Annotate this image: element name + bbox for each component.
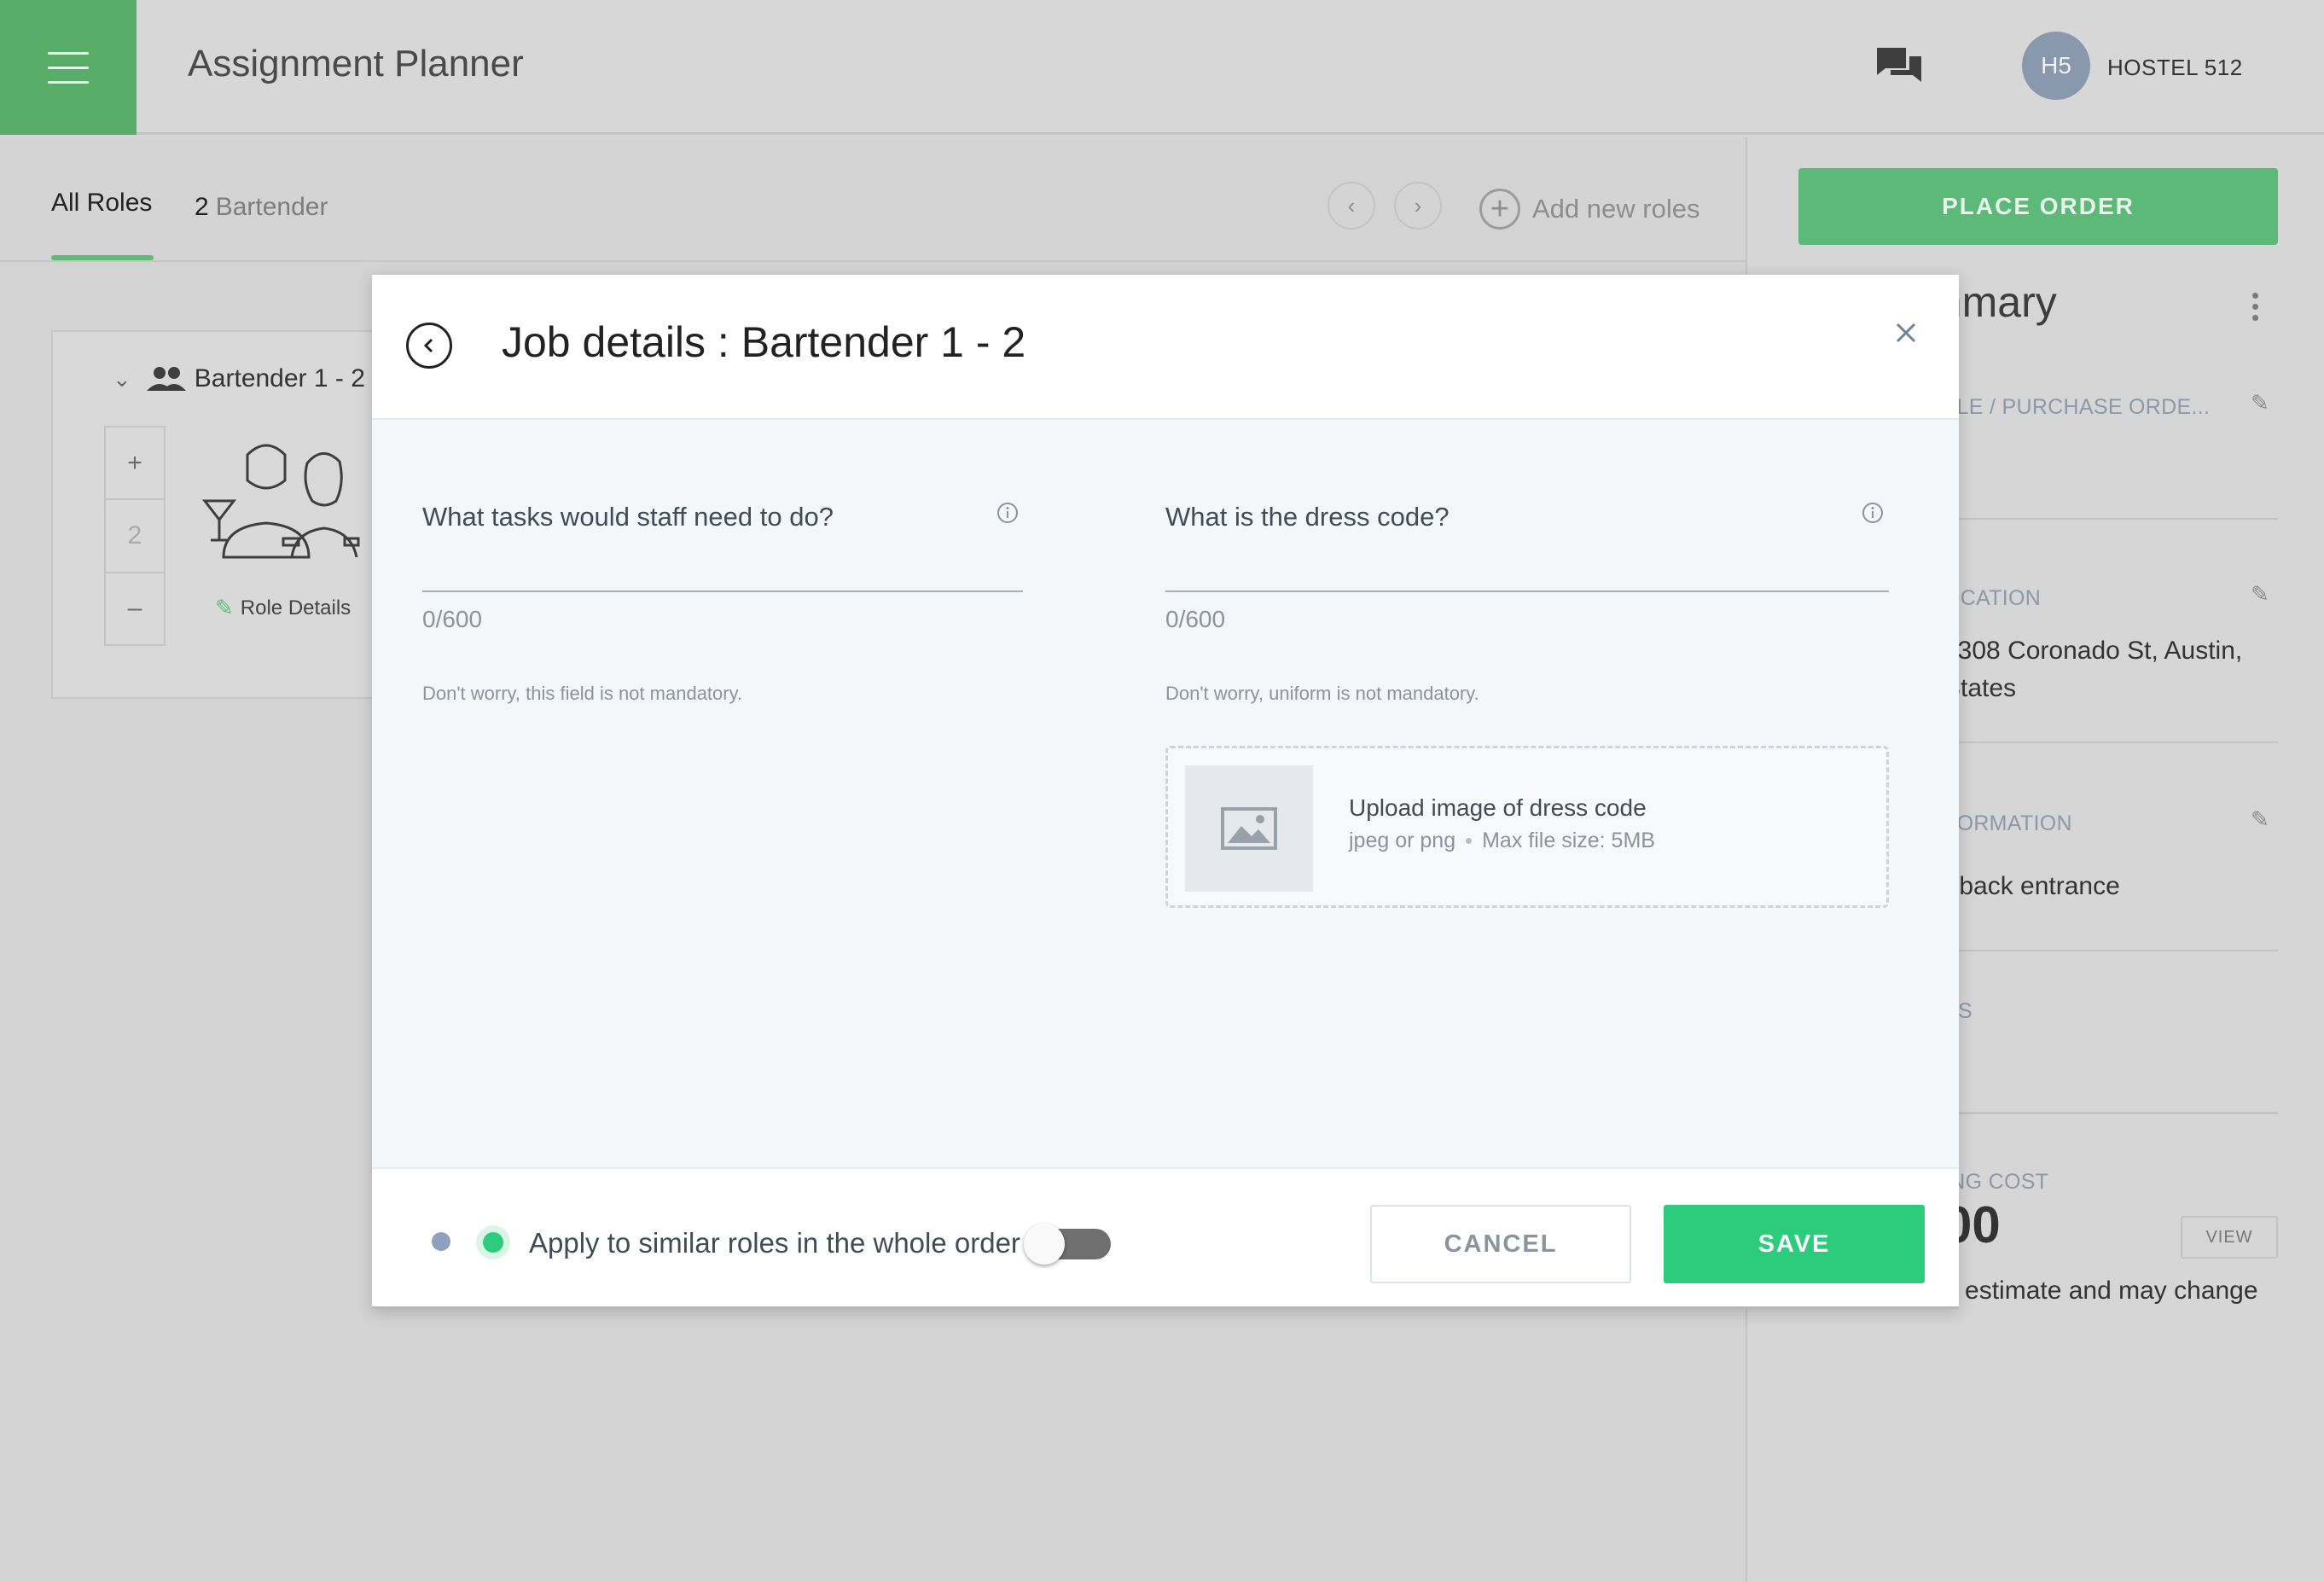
chevron-down-icon[interactable]: ⌄ <box>113 366 131 393</box>
tab-all-roles[interactable]: All Roles <box>51 189 152 218</box>
dress-code-input[interactable] <box>1165 590 1889 592</box>
upload-format: jpeg or png <box>1349 829 1456 852</box>
job-details-modal: Job details : Bartender 1 - 2 What tasks… <box>372 275 1959 1309</box>
view-cost-button[interactable]: VIEW <box>2181 1216 2278 1259</box>
upload-requirements: jpeg or png Max file size: 5MB <box>1349 829 1655 853</box>
tasks-question: What tasks would staff need to do? <box>422 502 834 532</box>
role-card: ⌄ Bartender 1 - 2 + 2 – ✎ Role Details <box>51 330 392 699</box>
role-details-label: Role Details <box>240 596 352 619</box>
add-new-roles-label: Add new roles <box>1532 194 1700 224</box>
tasks-input[interactable] <box>422 590 1023 592</box>
bartender-illustration <box>201 444 360 559</box>
tab-bartender-count: 2 <box>195 193 209 221</box>
divider <box>1943 1112 2278 1114</box>
pencil-icon[interactable]: ✎ <box>2251 806 2269 833</box>
avatar[interactable]: H5 <box>2022 32 2090 100</box>
info-icon[interactable] <box>996 502 1019 524</box>
role-card-header[interactable]: ⌄ Bartender 1 - 2 <box>113 364 365 393</box>
pencil-icon: ✎ <box>215 595 234 620</box>
increment-button[interactable]: + <box>106 427 164 501</box>
location-line-1: 2308 Coronado St, Austin, <box>1943 637 2243 665</box>
pencil-icon[interactable]: ✎ <box>2251 390 2269 416</box>
upload-size: Max file size: 5MB <box>1482 829 1655 852</box>
divider <box>1943 742 2278 743</box>
roles-tab-bar: All Roles 2 Bartender ‹ › + Add new roles <box>0 137 1746 262</box>
apply-similar-label: Apply to similar roles in the whole orde… <box>529 1227 1020 1259</box>
title-field-label: TLE / PURCHASE ORDE... <box>1943 395 2211 419</box>
information-value: r back entrance <box>1943 872 2120 900</box>
dress-code-hint: Don't worry, uniform is not mandatory. <box>1165 683 1479 704</box>
modal-header: Job details : Bartender 1 - 2 <box>372 275 1959 420</box>
tasks-hint: Don't worry, this field is not mandatory… <box>422 683 743 704</box>
app-title: Assignment Planner <box>188 43 524 84</box>
account-name[interactable]: HOSTEL 512 <box>2107 55 2243 81</box>
dress-code-char-count: 0/600 <box>1165 606 1226 632</box>
apply-similar-toggle[interactable] <box>1024 1224 1111 1265</box>
divider <box>1943 518 2278 520</box>
image-icon <box>1185 765 1313 892</box>
separator-dot <box>1466 838 1473 844</box>
cost-note: n estimate and may change <box>1943 1277 2258 1305</box>
plus-circle-icon: + <box>1479 189 1520 230</box>
quantity-stepper[interactable]: + 2 – <box>104 426 166 646</box>
kebab-icon[interactable] <box>2252 293 2259 321</box>
modal-footer: Apply to similar roles in the whole orde… <box>372 1167 1959 1309</box>
cancel-button[interactable]: CANCEL <box>1370 1205 1631 1283</box>
apply-radio[interactable] <box>476 1225 510 1259</box>
role-card-title: Bartender 1 - 2 <box>194 364 365 393</box>
save-button[interactable]: SAVE <box>1664 1205 1925 1283</box>
cost-label: ING COST <box>1943 1170 2049 1194</box>
dress-code-upload-dropzone[interactable]: Upload image of dress code jpeg or png M… <box>1165 746 1889 908</box>
modal-title: Job details : Bartender 1 - 2 <box>502 318 1026 366</box>
pencil-icon[interactable]: ✎ <box>2251 581 2269 608</box>
divider <box>1943 950 2278 951</box>
active-tab-indicator <box>51 255 154 260</box>
status-dot <box>432 1232 450 1251</box>
chevron-right-icon[interactable]: › <box>1394 182 1442 230</box>
tasks-char-count: 0/600 <box>422 606 483 632</box>
menu-icon[interactable] <box>0 0 137 135</box>
decrement-button[interactable]: – <box>106 573 164 644</box>
chat-icon[interactable] <box>1875 44 1923 90</box>
back-arrow-icon[interactable] <box>406 323 452 369</box>
tab-bartender-label: Bartender <box>215 193 328 221</box>
role-details-link[interactable]: ✎ Role Details <box>215 595 351 621</box>
upload-title: Upload image of dress code <box>1349 794 1647 821</box>
close-icon[interactable] <box>1891 317 1921 348</box>
chevron-left-icon[interactable]: ‹ <box>1328 182 1375 230</box>
people-icon <box>146 367 186 391</box>
add-new-roles-button[interactable]: + Add new roles <box>1479 189 1699 230</box>
quantity-value: 2 <box>106 500 164 573</box>
information-label: FORMATION <box>1943 811 2072 835</box>
dress-code-question: What is the dress code? <box>1165 502 1450 532</box>
tab-bartender[interactable]: 2 Bartender <box>195 193 328 222</box>
info-icon[interactable] <box>1862 502 1884 524</box>
top-bar: Assignment Planner H5 HOSTEL 512 <box>0 0 2324 135</box>
place-order-button[interactable]: PLACE ORDER <box>1798 168 2278 245</box>
